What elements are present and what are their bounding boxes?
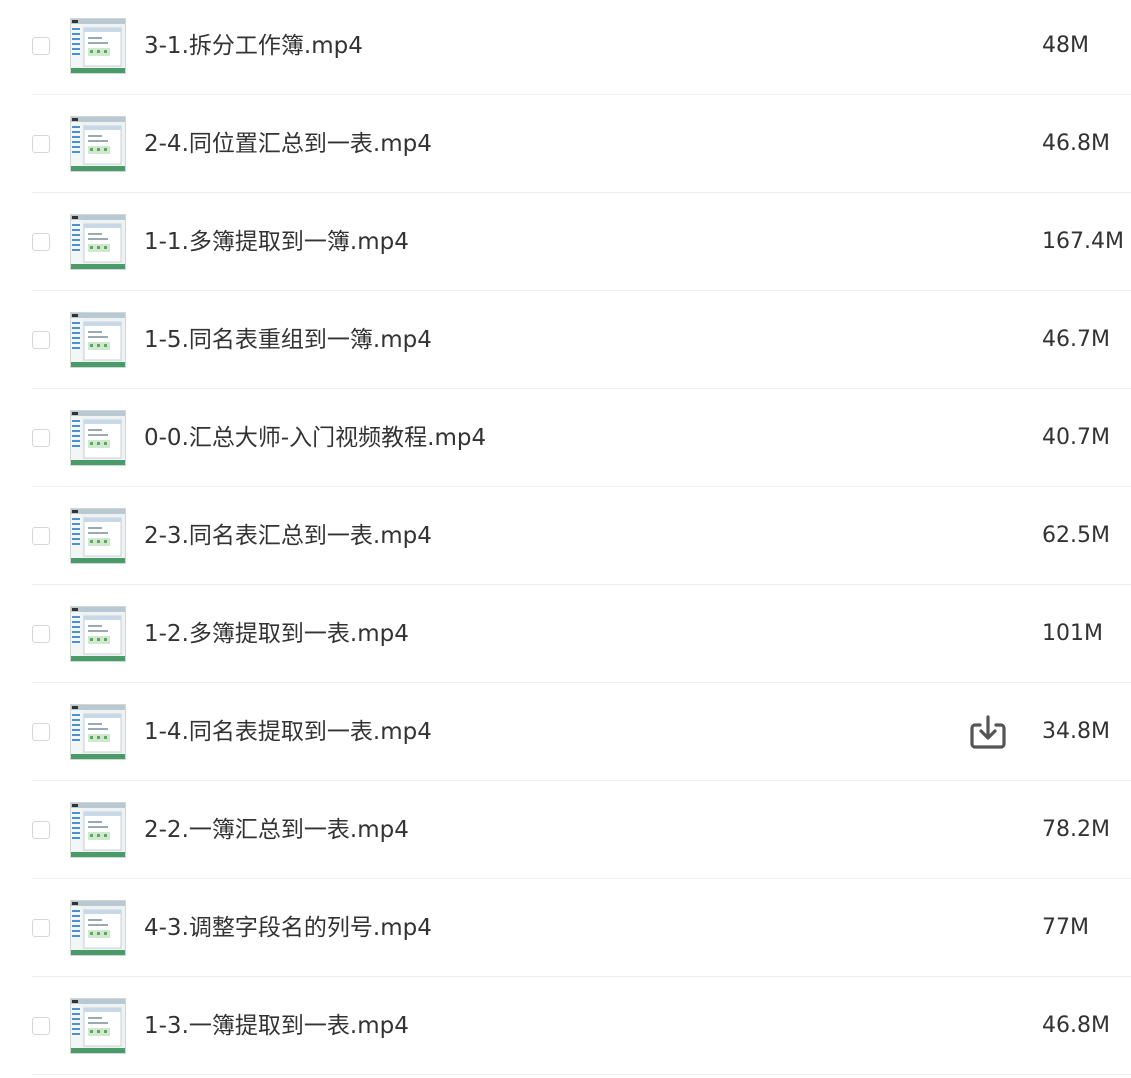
file-size: 167.4M: [1042, 229, 1124, 254]
file-row[interactable]: 4-3.调整字段名的列号.mp4 77M: [0, 879, 1131, 977]
file-row[interactable]: 1-4.同名表提取到一表.mp4 34.8M: [0, 683, 1131, 781]
video-thumbnail[interactable]: [70, 704, 126, 760]
row-checkbox[interactable]: [32, 37, 50, 55]
file-name[interactable]: 1-3.一簿提取到一表.mp4: [144, 1011, 409, 1041]
file-size: 46.8M: [1042, 1013, 1110, 1038]
file-size: 62.5M: [1042, 523, 1110, 548]
file-name[interactable]: 3-1.拆分工作簿.mp4: [144, 31, 363, 61]
file-row[interactable]: 2-2.一簿汇总到一表.mp4 78.2M: [0, 781, 1131, 879]
video-thumbnail[interactable]: [70, 18, 126, 74]
file-row[interactable]: 2-4.同位置汇总到一表.mp4 46.8M: [0, 95, 1131, 193]
file-size: 48M: [1042, 33, 1089, 58]
row-checkbox[interactable]: [32, 527, 50, 545]
file-name[interactable]: 1-5.同名表重组到一簿.mp4: [144, 325, 432, 355]
file-name[interactable]: 2-2.一簿汇总到一表.mp4: [144, 815, 409, 845]
file-row[interactable]: 1-5.同名表重组到一簿.mp4 46.7M: [0, 291, 1131, 389]
video-thumbnail[interactable]: [70, 214, 126, 270]
file-name[interactable]: 2-3.同名表汇总到一表.mp4: [144, 521, 432, 551]
row-checkbox[interactable]: [32, 625, 50, 643]
row-checkbox[interactable]: [32, 723, 50, 741]
row-divider: [32, 1074, 1131, 1075]
file-row[interactable]: 0-0.汇总大师-入门视频教程.mp4 40.7M: [0, 389, 1131, 487]
row-checkbox[interactable]: [32, 135, 50, 153]
file-size: 34.8M: [1042, 719, 1110, 744]
row-checkbox[interactable]: [32, 821, 50, 839]
row-checkbox[interactable]: [32, 1017, 50, 1035]
file-row[interactable]: 1-2.多簿提取到一表.mp4 101M: [0, 585, 1131, 683]
file-name[interactable]: 4-3.调整字段名的列号.mp4: [144, 913, 432, 943]
file-row[interactable]: 1-1.多簿提取到一簿.mp4 167.4M: [0, 193, 1131, 291]
row-checkbox[interactable]: [32, 429, 50, 447]
file-size: 78.2M: [1042, 817, 1110, 842]
file-name[interactable]: 1-2.多簿提取到一表.mp4: [144, 619, 409, 649]
file-size: 101M: [1042, 621, 1103, 646]
file-name[interactable]: 1-1.多簿提取到一簿.mp4: [144, 227, 409, 257]
file-size: 77M: [1042, 915, 1089, 940]
video-thumbnail[interactable]: [70, 606, 126, 662]
row-checkbox[interactable]: [32, 233, 50, 251]
video-thumbnail[interactable]: [70, 508, 126, 564]
file-list: 3-1.拆分工作簿.mp4 48M 2-4.同位置汇总到一表.mp4 46.8M: [0, 0, 1131, 1075]
file-size: 40.7M: [1042, 425, 1110, 450]
video-thumbnail[interactable]: [70, 998, 126, 1054]
video-thumbnail[interactable]: [70, 312, 126, 368]
file-row[interactable]: 3-1.拆分工作簿.mp4 48M: [0, 0, 1131, 95]
video-thumbnail[interactable]: [70, 410, 126, 466]
video-thumbnail[interactable]: [70, 802, 126, 858]
video-thumbnail[interactable]: [70, 900, 126, 956]
file-name[interactable]: 2-4.同位置汇总到一表.mp4: [144, 129, 432, 159]
file-row[interactable]: 2-3.同名表汇总到一表.mp4 62.5M: [0, 487, 1131, 585]
file-size: 46.7M: [1042, 327, 1110, 352]
file-row[interactable]: 1-3.一簿提取到一表.mp4 46.8M: [0, 977, 1131, 1075]
row-checkbox[interactable]: [32, 919, 50, 937]
file-size: 46.8M: [1042, 131, 1110, 156]
download-icon[interactable]: [968, 713, 1008, 753]
file-name[interactable]: 0-0.汇总大师-入门视频教程.mp4: [144, 423, 486, 453]
row-checkbox[interactable]: [32, 331, 50, 349]
video-thumbnail[interactable]: [70, 116, 126, 172]
file-name[interactable]: 1-4.同名表提取到一表.mp4: [144, 717, 432, 747]
